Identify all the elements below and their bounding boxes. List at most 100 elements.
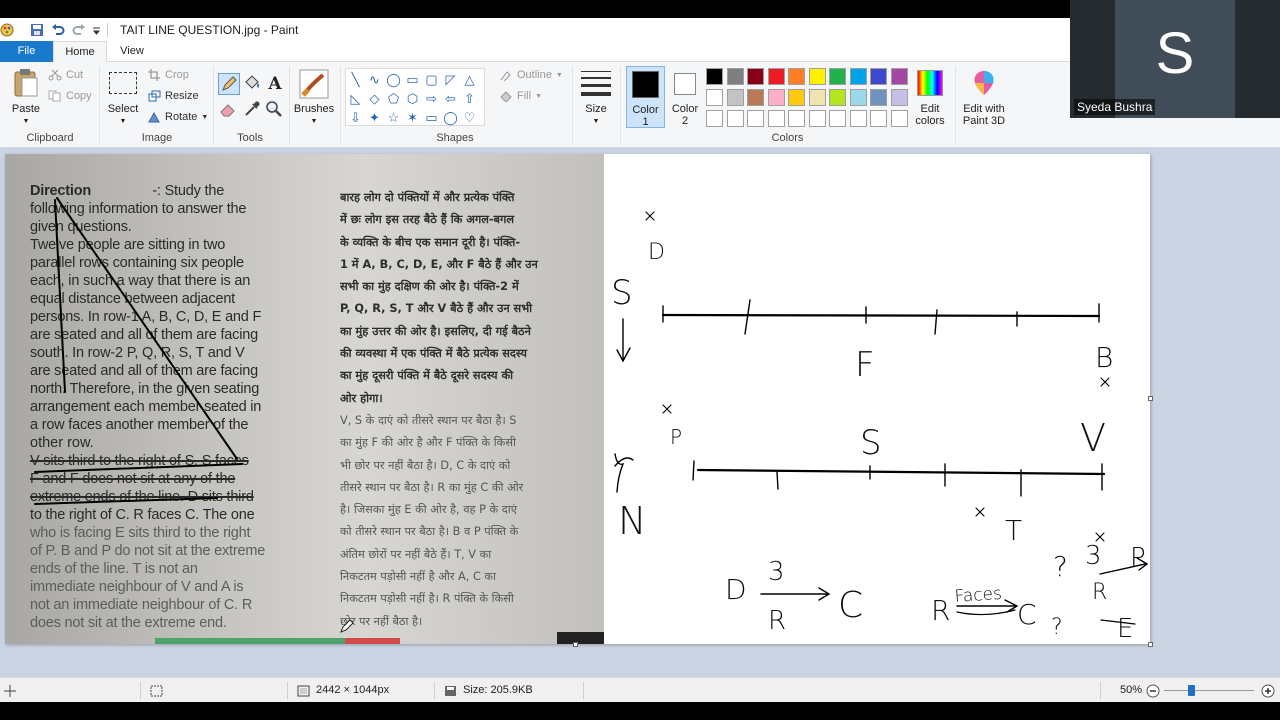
- shape-left-arrow-icon[interactable]: ⇦: [442, 90, 459, 107]
- resize-handle-right[interactable]: [1148, 396, 1153, 401]
- sketch-label-b: B: [1095, 341, 1113, 374]
- resize-button[interactable]: Resize: [148, 90, 199, 102]
- shape-right-triangle-icon[interactable]: ◺: [347, 90, 364, 107]
- ribbon-extension: [1070, 118, 1280, 148]
- shape-down-arrow-icon[interactable]: ⇩: [347, 109, 364, 126]
- palette-swatch[interactable]: [808, 110, 826, 127]
- palette-swatch[interactable]: [870, 89, 887, 106]
- status-bar: 2442 × 1044px Size: 205.9KB 50%: [0, 677, 1280, 702]
- shape-rounded-rectangle-icon[interactable]: ▢: [423, 71, 440, 88]
- palette-swatch[interactable]: [747, 68, 764, 85]
- text-tool[interactable]: A: [264, 73, 286, 95]
- sketch-label-3b: 3: [1085, 541, 1102, 571]
- shape-diamond-icon[interactable]: ◇: [366, 90, 383, 107]
- palette-swatch[interactable]: [726, 68, 744, 85]
- crop-button[interactable]: Crop: [148, 69, 189, 81]
- edit-colors-button[interactable]: Edit colors: [912, 66, 950, 128]
- magnifier-tool[interactable]: [264, 99, 286, 121]
- palette-swatch[interactable]: [726, 110, 744, 127]
- tab-file[interactable]: File: [0, 41, 53, 62]
- color2-button[interactable]: Color 2: [666, 66, 704, 128]
- eraser-tool[interactable]: [218, 99, 240, 121]
- color1-button[interactable]: Color 1: [626, 66, 665, 128]
- drawing-canvas[interactable]: Direction -: Study the following informat…: [5, 154, 1150, 644]
- palette-swatch[interactable]: [706, 89, 723, 106]
- edit-with-paint3d-button[interactable]: Edit with Paint 3D: [958, 66, 1010, 128]
- rainbow-icon: [917, 70, 943, 96]
- paste-button[interactable]: Paste ▼: [6, 66, 46, 126]
- resize-handle-corner[interactable]: [1148, 642, 1153, 647]
- palette-swatch[interactable]: [726, 89, 744, 106]
- palette-swatch[interactable]: [870, 110, 887, 127]
- save-icon[interactable]: [30, 23, 44, 37]
- palette-swatch[interactable]: [890, 110, 908, 127]
- palette-swatch[interactable]: [849, 89, 867, 106]
- shape-polygon-icon[interactable]: ◸: [442, 71, 459, 88]
- customize-toolbar-icon[interactable]: [92, 23, 101, 37]
- shape-line-icon[interactable]: ╲: [347, 71, 364, 88]
- tab-view[interactable]: View: [107, 41, 157, 62]
- shape-pentagon-icon[interactable]: ⬠: [385, 90, 402, 107]
- palette-swatch[interactable]: [767, 68, 785, 85]
- paste-icon: [14, 69, 38, 97]
- palette-swatch[interactable]: [870, 68, 887, 85]
- outline-button[interactable]: Outline ▼: [499, 69, 563, 81]
- resize-handle-bottom[interactable]: [573, 642, 578, 647]
- palette-swatch[interactable]: [890, 89, 908, 106]
- shape-oval-icon[interactable]: ◯: [385, 71, 402, 88]
- palette-swatch[interactable]: [788, 110, 805, 127]
- palette-swatch[interactable]: [747, 89, 764, 106]
- palette-swatch[interactable]: [706, 68, 723, 85]
- shape-callout-oval-icon[interactable]: ◯: [442, 109, 459, 126]
- palette-swatch[interactable]: [747, 110, 764, 127]
- palette-swatch[interactable]: [890, 68, 908, 85]
- palette-swatch[interactable]: [808, 68, 826, 85]
- palette-swatch[interactable]: [829, 68, 846, 85]
- video-call-tile[interactable]: S Syeda Bushra: [1070, 0, 1280, 118]
- palette-swatch[interactable]: [788, 68, 805, 85]
- row1-line: [661, 313, 1101, 318]
- brushes-label: Brushes: [293, 103, 335, 115]
- redo-icon[interactable]: [72, 23, 86, 37]
- file-size-text: Size: 205.9KB: [463, 684, 533, 696]
- palette-swatch[interactable]: [808, 89, 826, 106]
- select-button[interactable]: Select ▼: [105, 66, 141, 126]
- rotate-button[interactable]: Rotate ▼: [148, 111, 208, 123]
- magnifier-icon: [266, 101, 282, 117]
- zoom-slider-thumb[interactable]: [1187, 685, 1195, 696]
- shape-curve-icon[interactable]: ∿: [366, 71, 383, 88]
- pencil-tool[interactable]: [218, 73, 240, 95]
- shape-four-point-star-icon[interactable]: ✦: [366, 109, 383, 126]
- color-picker-tool[interactable]: [242, 99, 264, 121]
- palette-swatch[interactable]: [767, 110, 785, 127]
- shape-hexagon-icon[interactable]: ⬡: [404, 90, 421, 107]
- size-button[interactable]: Size ▼: [577, 66, 615, 126]
- shape-right-arrow-icon[interactable]: ⇨: [423, 90, 440, 107]
- tab-home[interactable]: Home: [53, 41, 107, 62]
- shape-heart-icon[interactable]: ♡: [461, 109, 478, 126]
- palette-swatch[interactable]: [849, 110, 867, 127]
- palette-swatch[interactable]: [849, 68, 867, 85]
- copy-button[interactable]: Copy: [48, 90, 92, 102]
- zoom-out-button[interactable]: [1146, 678, 1160, 703]
- fill-button[interactable]: Fill ▼: [499, 90, 542, 102]
- shape-rectangle-icon[interactable]: ▭: [404, 71, 421, 88]
- cut-button[interactable]: Cut: [48, 69, 83, 81]
- zoom-in-button[interactable]: [1261, 678, 1275, 703]
- undo-icon[interactable]: [51, 23, 65, 37]
- palette-swatch[interactable]: [788, 89, 805, 106]
- shape-five-point-star-icon[interactable]: ☆: [385, 109, 402, 126]
- zoom-slider[interactable]: [1164, 685, 1254, 696]
- palette-swatch[interactable]: [706, 110, 723, 127]
- brushes-button[interactable]: Brushes ▼: [293, 66, 335, 126]
- shape-triangle-icon[interactable]: △: [461, 71, 478, 88]
- shape-six-point-star-icon[interactable]: ✶: [404, 109, 421, 126]
- shape-callout-rect-icon[interactable]: ▭: [423, 109, 440, 126]
- palette-swatch[interactable]: [767, 89, 785, 106]
- shape-up-arrow-icon[interactable]: ⇧: [461, 90, 478, 107]
- canvas-workspace[interactable]: Direction -: Study the following informat…: [0, 148, 1280, 677]
- palette-swatch[interactable]: [829, 89, 846, 106]
- fill-tool[interactable]: [242, 73, 264, 95]
- palette-swatch[interactable]: [829, 110, 846, 127]
- edit-colors-label2: colors: [915, 115, 945, 127]
